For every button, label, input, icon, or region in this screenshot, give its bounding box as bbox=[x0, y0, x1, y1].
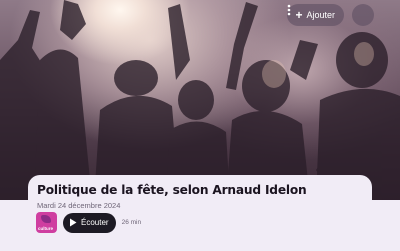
episode-card: Politique de la fête, selon Arnaud Idelo… bbox=[28, 175, 372, 251]
episode-duration: 26 min bbox=[121, 219, 142, 226]
listen-button-label: Écouter bbox=[81, 218, 109, 227]
episode-title: Politique de la fête, selon Arnaud Idelo… bbox=[37, 183, 307, 197]
hero-image: + Ajouter bbox=[0, 0, 400, 200]
station-logo-text: culture bbox=[38, 225, 54, 231]
add-button-label: Ajouter bbox=[306, 10, 335, 20]
play-icon bbox=[70, 218, 77, 227]
more-vertical-icon bbox=[288, 4, 291, 16]
episode-date: Mardi 24 décembre 2024 bbox=[37, 201, 121, 210]
episode-actions: culture Écouter 26 min bbox=[36, 212, 141, 233]
station-logo-mark bbox=[41, 215, 51, 223]
party-crowd-silhouette bbox=[0, 0, 400, 200]
station-logo[interactable]: culture bbox=[36, 212, 57, 233]
plus-icon: + bbox=[295, 8, 303, 22]
more-options-button[interactable] bbox=[288, 4, 374, 26]
listen-button[interactable]: Écouter bbox=[63, 212, 116, 233]
add-button[interactable]: + Ajouter bbox=[287, 4, 344, 26]
episode-screen: + Ajouter Politique de la fête, selon Ar… bbox=[0, 0, 400, 251]
top-actions: + Ajouter bbox=[287, 4, 374, 26]
